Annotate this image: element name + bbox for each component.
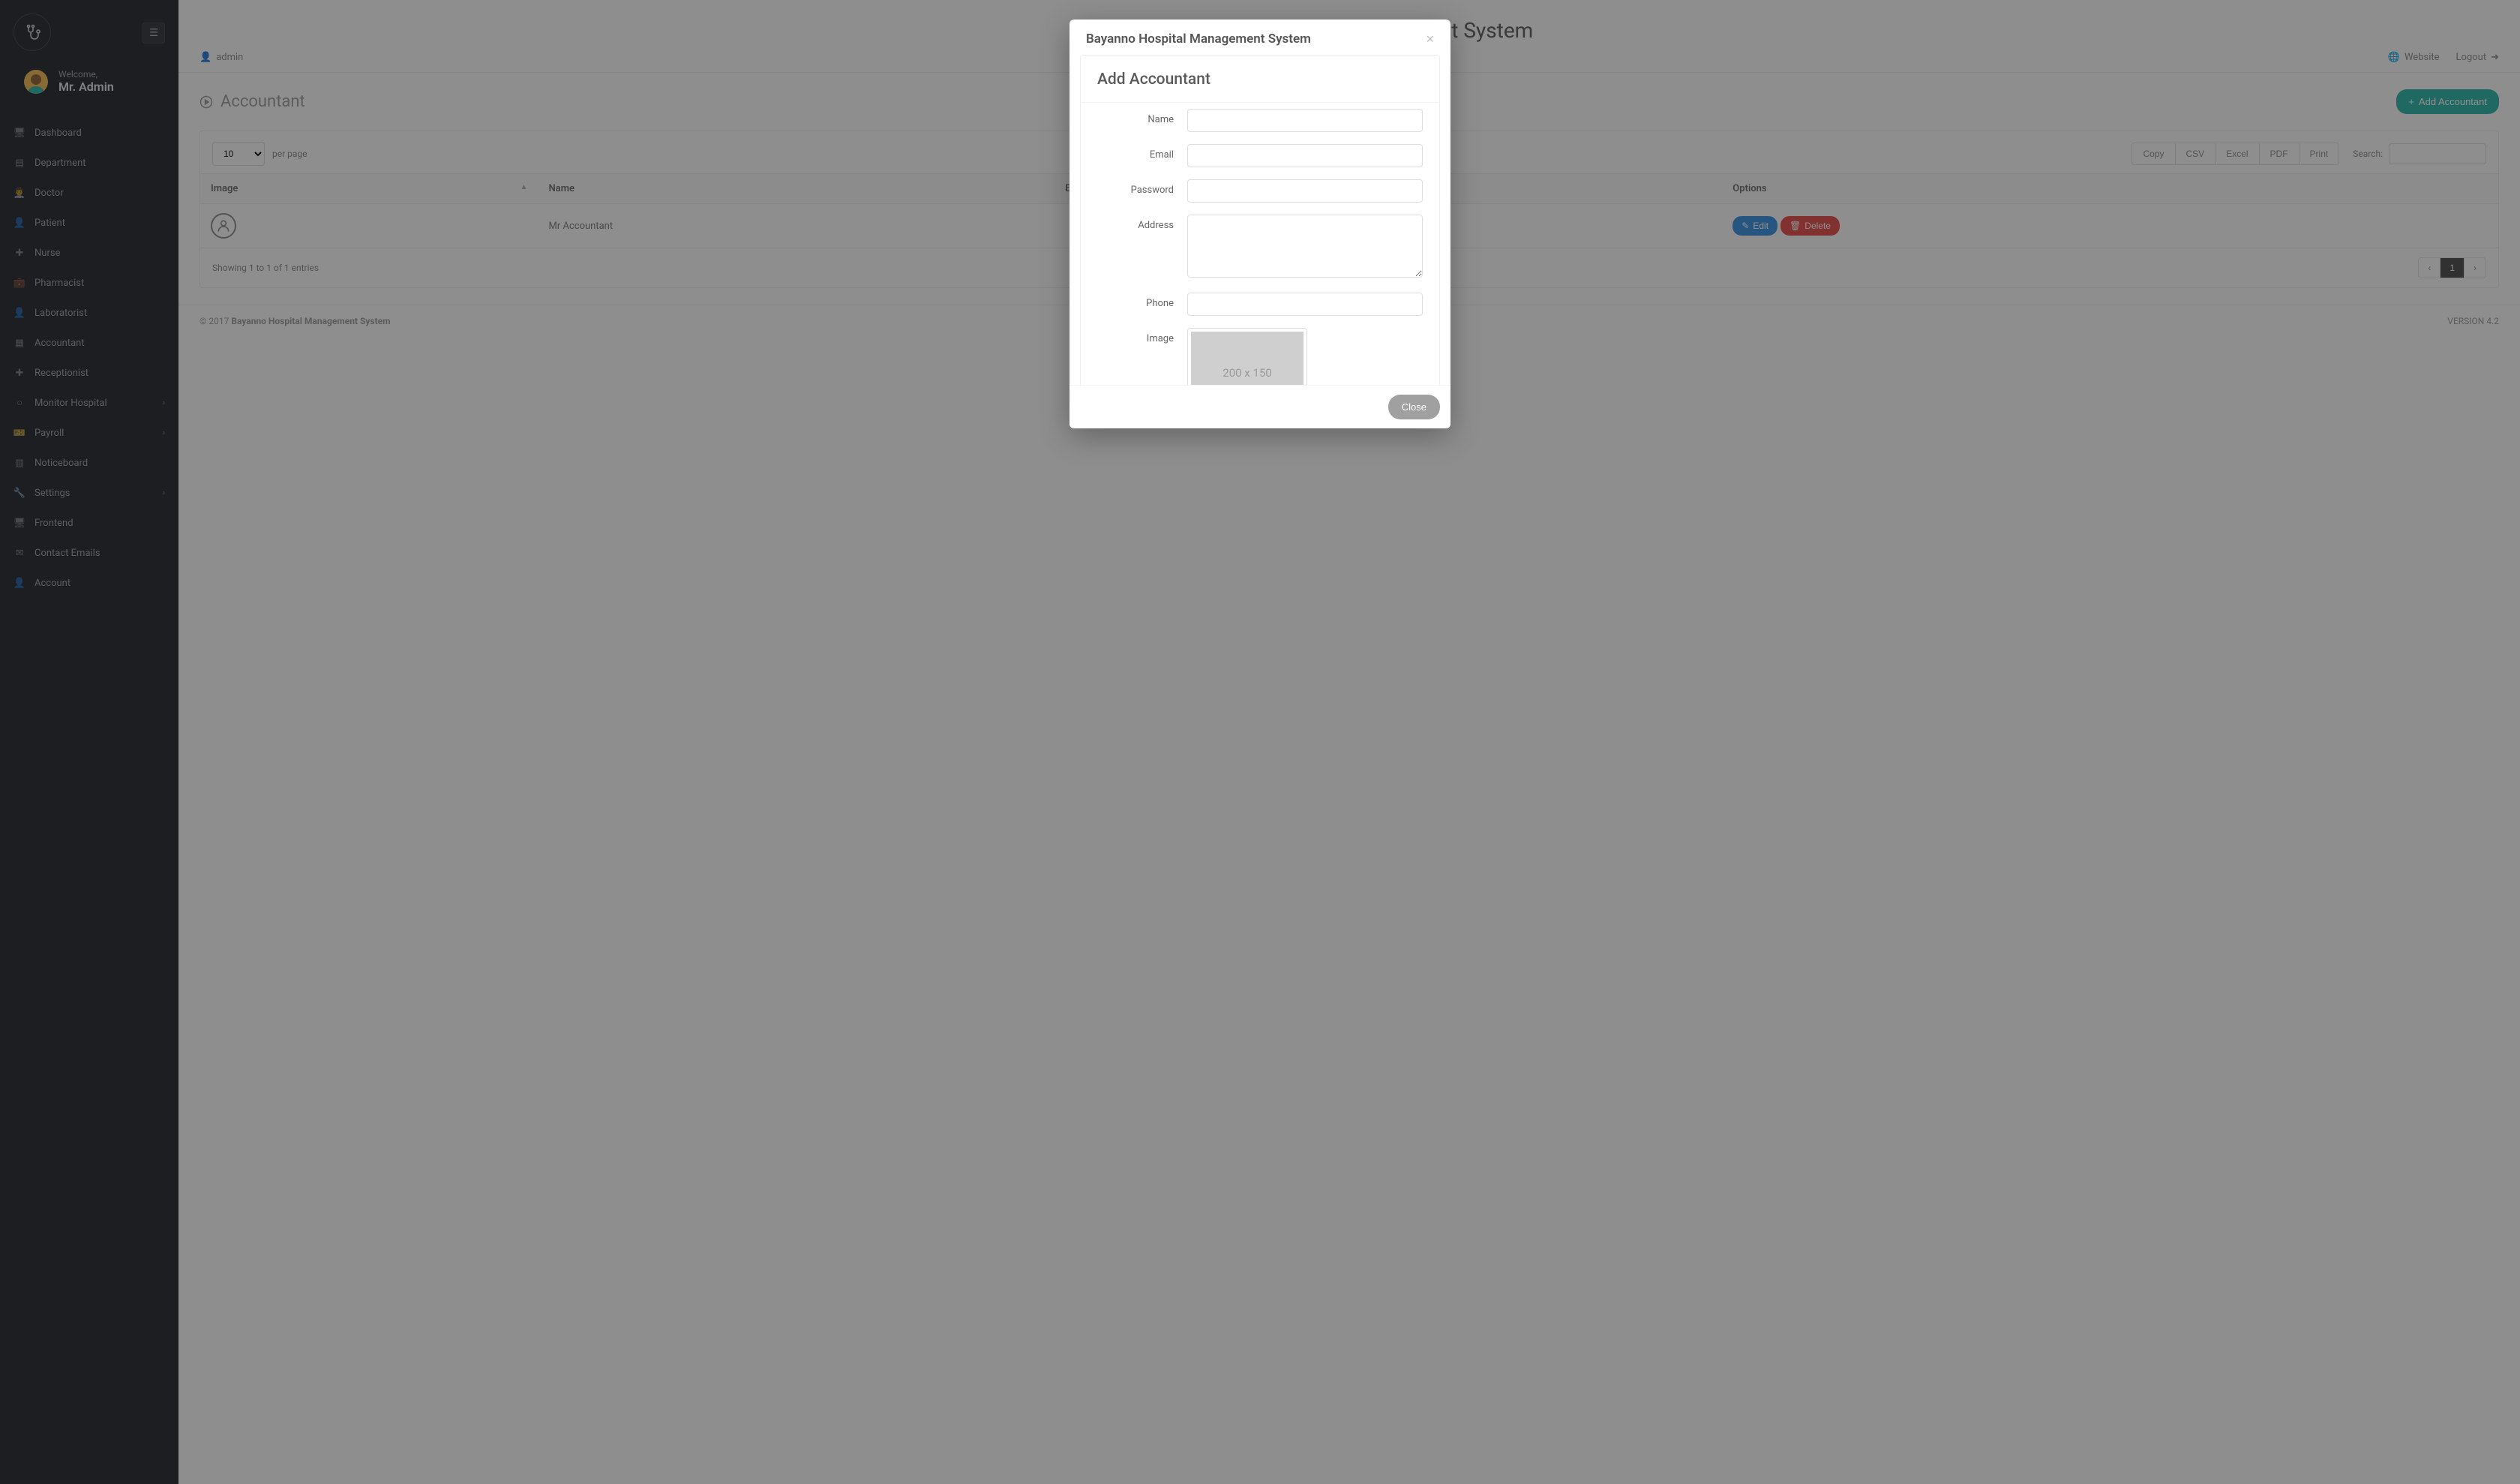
address-input[interactable] xyxy=(1187,215,1423,278)
address-label: Address xyxy=(1097,215,1187,231)
name-input[interactable] xyxy=(1187,109,1423,132)
modal-close-x[interactable]: × xyxy=(1426,32,1434,47)
add-accountant-modal: Bayanno Hospital Management System × Add… xyxy=(1070,20,1450,428)
image-placeholder-text: 200 x 150 xyxy=(1191,332,1304,385)
phone-label: Phone xyxy=(1097,293,1187,309)
email-input[interactable] xyxy=(1187,144,1423,167)
modal-header-title: Bayanno Hospital Management System xyxy=(1086,32,1311,47)
password-input[interactable] xyxy=(1187,179,1423,203)
email-label: Email xyxy=(1097,144,1187,161)
name-label: Name xyxy=(1097,109,1187,125)
password-label: Password xyxy=(1097,179,1187,196)
modal-overlay[interactable]: Bayanno Hospital Management System × Add… xyxy=(0,0,2520,1484)
phone-input[interactable] xyxy=(1187,293,1423,316)
image-preview[interactable]: 200 x 150 xyxy=(1187,328,1307,385)
modal-form-title: Add Accountant xyxy=(1097,71,1423,89)
image-label: Image xyxy=(1097,328,1187,344)
modal-close-button[interactable]: Close xyxy=(1388,395,1440,419)
